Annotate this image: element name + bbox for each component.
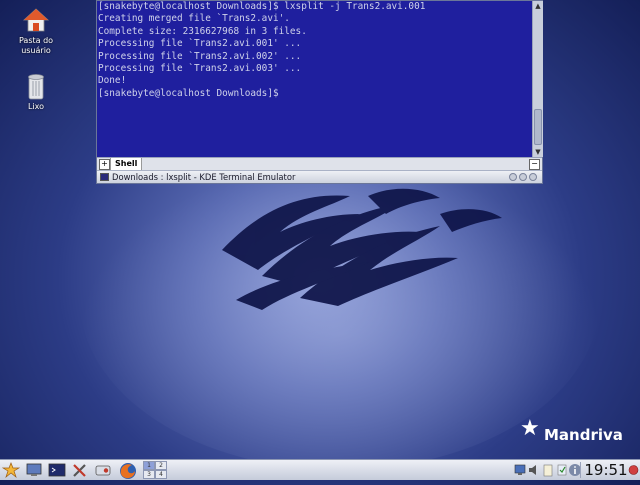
clipboard-icon[interactable] [542, 463, 554, 479]
scrollbar-thumb[interactable] [534, 109, 542, 145]
desktop-pager[interactable]: 1 2 3 4 [143, 461, 167, 479]
terminal-scrollbar[interactable]: ▲ ▼ [532, 1, 543, 157]
scroll-down-icon[interactable]: ▼ [533, 147, 543, 157]
disk-icon[interactable] [94, 462, 112, 478]
new-tab-button[interactable]: + [99, 159, 110, 170]
desktop-icon-trash[interactable]: Lixo [4, 72, 68, 112]
terminal-line: Creating merged file `Trans2.avi'. [98, 13, 290, 25]
desktop-icon-home-folder[interactable]: Pasta do usuário [4, 6, 68, 56]
taskbar-clock[interactable]: 19:51 [584, 460, 628, 480]
pager-desktop-4[interactable]: 4 [155, 470, 167, 479]
volume-icon[interactable] [528, 463, 540, 479]
pager-desktop-2[interactable]: 2 [155, 461, 167, 470]
close-window-button[interactable] [529, 173, 537, 181]
terminal-window[interactable]: [snakebyte@localhost Downloads]$ lxsplit… [96, 0, 543, 184]
mandriva-logo-text: Mandriva [544, 426, 623, 444]
tab-shell[interactable]: Shell [110, 158, 143, 170]
terminal-line: [snakebyte@localhost Downloads]$ lxsplit… [98, 1, 426, 12]
start-menu-icon[interactable] [1, 462, 21, 479]
terminal-icon [100, 173, 109, 181]
mandriva-star-icon: ★ [520, 416, 540, 441]
terminal-line: Done! [98, 75, 127, 87]
terminal-titlebar[interactable]: Downloads : lxsplit - KDE Terminal Emula… [97, 170, 542, 183]
terminal-line: Complete size: 2316627968 in 3 files. [98, 25, 307, 37]
network-icon[interactable] [514, 463, 526, 479]
power-icon[interactable] [628, 462, 639, 478]
maximize-button[interactable] [519, 173, 527, 181]
computer-icon[interactable] [25, 462, 43, 478]
terminal-output[interactable]: [snakebyte@localhost Downloads]$ lxsplit… [97, 1, 532, 157]
firefox-icon[interactable] [118, 462, 138, 479]
pager-desktop-1[interactable]: 1 [143, 461, 155, 470]
terminal-prompt: [snakebyte@localhost Downloads]$ [98, 87, 279, 99]
tools-icon[interactable] [71, 462, 89, 478]
update-icon[interactable] [556, 463, 568, 479]
terminal-line: Processing file `Trans2.avi.001' ... [98, 38, 302, 50]
desktop-icon-label: Lixo [27, 102, 45, 111]
close-tab-button[interactable]: − [529, 159, 540, 170]
terminal-tab-bar: + Shell − [97, 157, 542, 170]
scroll-up-icon[interactable]: ▲ [533, 1, 543, 11]
system-tray [512, 461, 582, 479]
taskbar: 1 2 3 4 19:51 [0, 459, 640, 480]
terminal-line: Processing file `Trans2.avi.003' ... [98, 63, 302, 75]
window-title: Downloads : lxsplit - KDE Terminal Emula… [112, 172, 296, 182]
trash-icon [22, 72, 50, 100]
minimize-button[interactable] [509, 173, 517, 181]
pager-desktop-3[interactable]: 3 [143, 470, 155, 479]
tray-separator [580, 462, 581, 478]
desktop-icon-label: Pasta do usuário [18, 36, 54, 55]
terminal-line: Processing file `Trans2.avi.002' ... [98, 50, 302, 62]
terminal-icon[interactable] [48, 462, 66, 478]
home-folder-icon [22, 6, 50, 34]
